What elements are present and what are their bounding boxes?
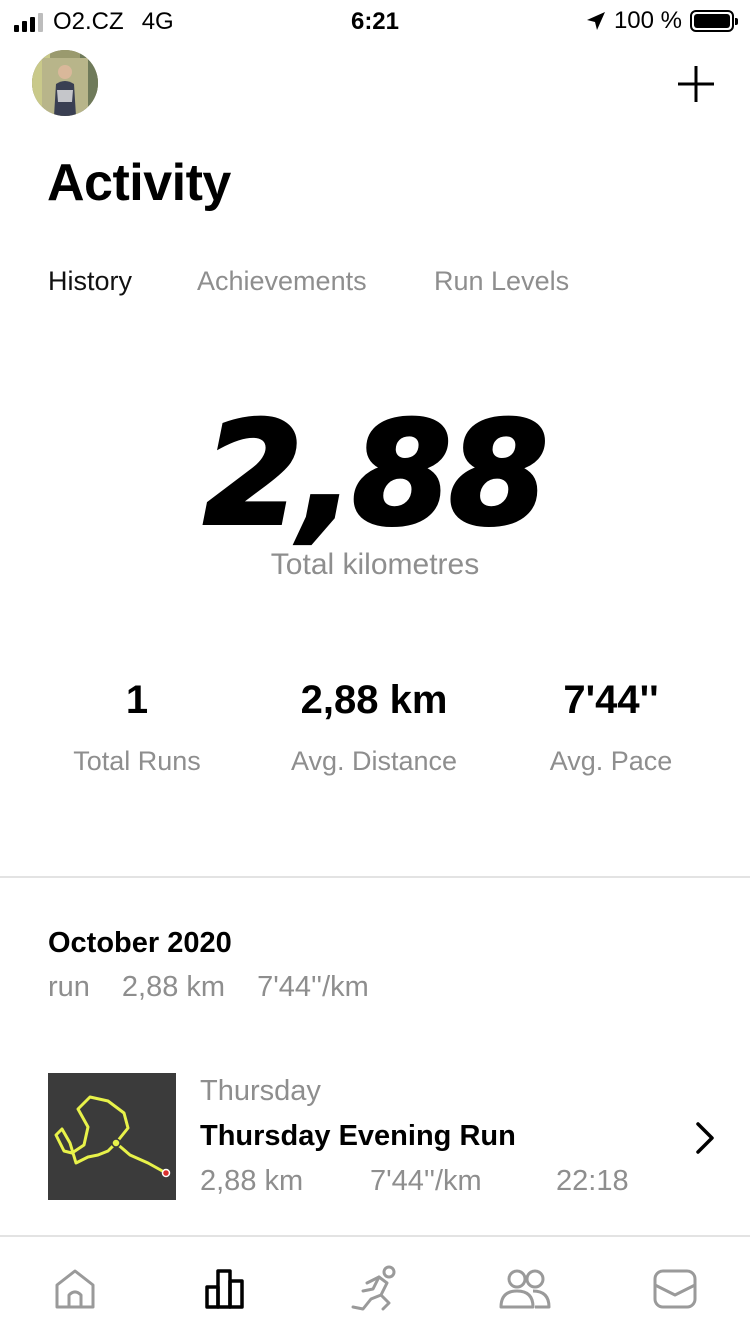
status-right: 100 % bbox=[586, 7, 738, 35]
stat-value: 2,88 km bbox=[300, 678, 448, 722]
stat-label: Avg. Pace bbox=[549, 746, 673, 776]
nav-inbox[interactable] bbox=[645, 1263, 705, 1313]
route-start-marker bbox=[111, 1138, 121, 1148]
bottom-nav bbox=[0, 1237, 750, 1334]
battery-percent: 100 % bbox=[613, 7, 682, 34]
run-list-item[interactable]: Thursday Thursday Evening Run 2,88 km 7'… bbox=[0, 1062, 750, 1212]
nav-activity[interactable] bbox=[195, 1263, 255, 1313]
stat-value: 1 bbox=[125, 678, 149, 722]
section-divider bbox=[0, 876, 750, 878]
stat-avg-distance: 2,88 km Avg. Distance bbox=[249, 678, 499, 777]
avatar-photo bbox=[32, 50, 98, 116]
total-kilometres-value: 2,88 bbox=[202, 390, 550, 559]
stat-label: Avg. Distance bbox=[290, 746, 458, 776]
stat-value: 7'44'' bbox=[563, 678, 659, 722]
run-icon bbox=[351, 1265, 396, 1311]
status-bar: O2.CZ 4G 6:21 100 % bbox=[0, 0, 750, 40]
run-pace: 7'44''/km bbox=[370, 1165, 482, 1197]
month-distance: 2,88 km bbox=[121, 971, 226, 1003]
inbox-icon bbox=[653, 1269, 697, 1309]
stat-avg-pace: 7'44'' Avg. Pace bbox=[486, 678, 736, 777]
tab-history[interactable]: History bbox=[48, 266, 132, 297]
run-title: Thursday Evening Run bbox=[200, 1120, 516, 1152]
page-title: Activity bbox=[47, 154, 231, 212]
stat-label: Total Runs bbox=[73, 746, 201, 776]
tab-bar: History Achievements Run Levels bbox=[0, 266, 750, 306]
run-time: 22:18 bbox=[556, 1165, 629, 1197]
chevron-right-icon bbox=[696, 1122, 714, 1154]
activity-chart-icon bbox=[205, 1269, 244, 1309]
run-day: Thursday bbox=[200, 1075, 321, 1107]
home-icon bbox=[55, 1269, 95, 1309]
month-title: October 2020 bbox=[48, 927, 232, 959]
tab-run-levels[interactable]: Run Levels bbox=[434, 266, 569, 297]
club-icon bbox=[499, 1269, 551, 1309]
nav-club[interactable] bbox=[495, 1263, 555, 1313]
stat-total-runs: 1 Total Runs bbox=[12, 678, 262, 777]
tab-achievements[interactable]: Achievements bbox=[197, 266, 367, 297]
route-map-thumbnail bbox=[48, 1073, 176, 1200]
month-pace: 7'44''/km bbox=[257, 971, 369, 1003]
add-activity-button[interactable] bbox=[672, 60, 720, 108]
run-distance: 2,88 km bbox=[200, 1165, 304, 1197]
plus-icon bbox=[678, 66, 714, 102]
nav-run[interactable] bbox=[345, 1263, 405, 1313]
run-stats: 2,88 km 7'44''/km 22:18 bbox=[200, 1165, 700, 1201]
route-end-marker bbox=[161, 1168, 171, 1178]
total-kilometres-label: Total kilometres bbox=[270, 548, 480, 581]
battery-icon bbox=[690, 10, 738, 32]
month-runs: run bbox=[48, 971, 90, 1003]
month-summary: run 2,88 km 7'44''/km bbox=[48, 971, 401, 1004]
avatar[interactable] bbox=[32, 50, 98, 116]
nav-home[interactable] bbox=[45, 1263, 105, 1313]
location-arrow-icon bbox=[586, 12, 605, 30]
